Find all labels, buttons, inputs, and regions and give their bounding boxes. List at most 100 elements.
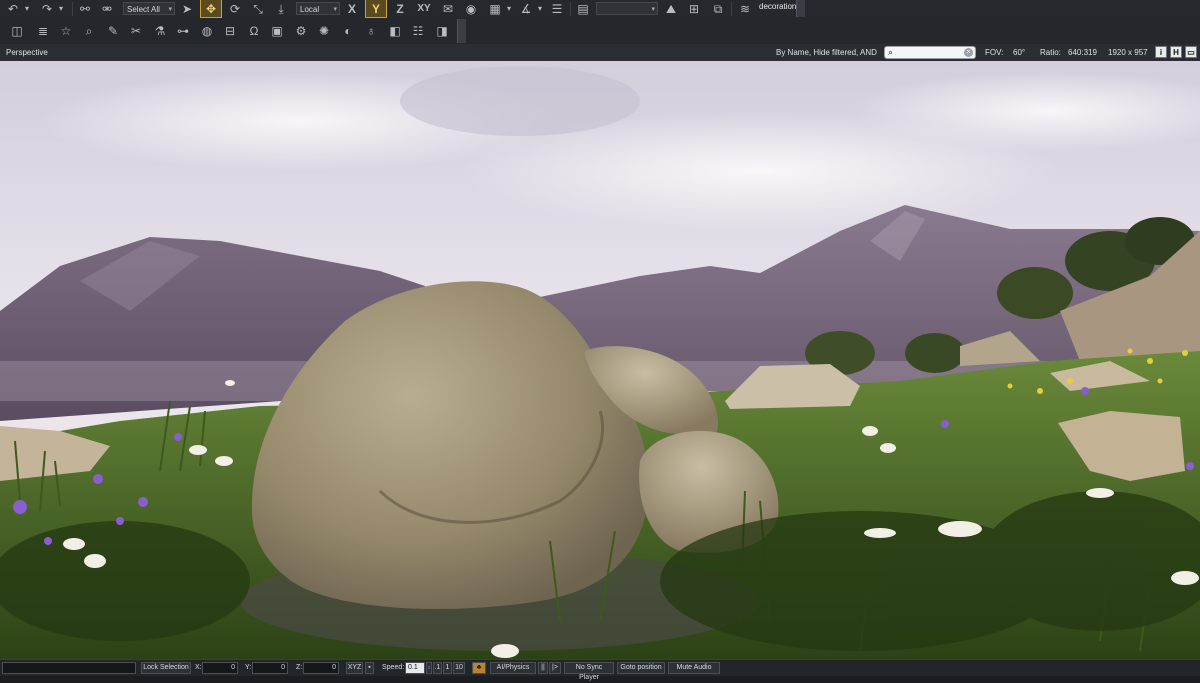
grid-dropdown-icon[interactable]: ▾ <box>504 1 514 17</box>
speed-preset-0.1[interactable]: .1 <box>433 662 442 674</box>
weather-icon[interactable]: ✺ <box>315 23 333 39</box>
timeline-icon[interactable]: ⊟ <box>221 23 239 39</box>
filter-mode-text[interactable]: By Name, Hide filtered, AND <box>776 48 877 57</box>
toolbar-grip[interactable] <box>796 0 805 17</box>
snap-to-ground-icon[interactable]: ⤓ <box>272 1 290 17</box>
z-label: Z: <box>296 664 303 671</box>
search-input[interactable]: ⌕ × <box>884 46 976 59</box>
layers-icon[interactable]: ≋ <box>736 1 754 17</box>
viewport-header: Perspective By Name, Hide filtered, AND … <box>0 44 1200 62</box>
selection-mode-label: Select All <box>127 5 160 14</box>
book-icon[interactable]: ◫ <box>8 23 26 39</box>
unlink-icon[interactable]: ⚮ <box>98 1 116 17</box>
chevron-down-icon: ▾ <box>651 6 655 13</box>
main-toolbar: ↶ ▾ ↷ ▾ ⚯ ⚮ Select All ▾ ➤ ✥ ⟳ ⤡ ⤓ Local ▾… <box>0 0 1200 19</box>
axis-x-button[interactable]: X <box>343 1 361 17</box>
star-icon[interactable]: ☆ <box>57 23 75 39</box>
angle-snap-icon[interactable]: ∡ <box>517 1 535 17</box>
ai-physics-button[interactable]: AI/Physics <box>490 662 536 674</box>
scissors-icon[interactable]: ✂ <box>127 23 145 39</box>
brush-icon[interactable]: ✎ <box>104 23 122 39</box>
object-brush-icon[interactable]: ⊞ <box>685 1 703 17</box>
speed-label: Speed: <box>382 664 405 671</box>
info-button[interactable]: i <box>1155 46 1167 58</box>
step-button[interactable]: |> <box>549 662 561 674</box>
speed-spinner-icon[interactable]: ↕ <box>426 662 432 674</box>
image-icon[interactable]: ▣ <box>268 23 286 39</box>
camera-icon[interactable]: ◉ <box>462 1 480 17</box>
ratio-label: Ratio: <box>1040 48 1061 57</box>
resolution-value: 1920 x 957 <box>1108 48 1148 57</box>
redo-icon[interactable]: ↷ <box>38 1 56 17</box>
grid-icon[interactable]: ▦ <box>486 1 504 17</box>
terrain-icon[interactable]: ⛰ <box>662 1 680 17</box>
rotate-tool-icon[interactable]: ⟳ <box>226 1 244 17</box>
y-coord-field[interactable]: 0 <box>252 662 288 674</box>
toolbar-divider <box>731 2 732 16</box>
layers-stack-icon[interactable]: ≣ <box>34 23 52 39</box>
mail-icon[interactable]: ✉ <box>439 1 457 17</box>
speed-preset-1[interactable]: 1 <box>443 662 452 674</box>
axis-y-button[interactable]: Y <box>365 0 387 18</box>
link-icon[interactable]: ⚯ <box>76 1 94 17</box>
helpers-button[interactable]: H <box>1170 46 1182 58</box>
entity-icon[interactable]: ◧ <box>386 23 404 39</box>
speed-field[interactable]: 0.1 <box>405 662 425 674</box>
hierarchy-icon[interactable]: ⊶ <box>174 23 192 39</box>
toolbar-divider <box>570 2 571 16</box>
speed-preset-10[interactable]: 10 <box>453 662 465 674</box>
search-icon: ⌕ <box>888 47 894 57</box>
view-name[interactable]: Perspective <box>6 48 48 57</box>
goto-position-button[interactable]: Goto position <box>617 662 665 674</box>
undo-dropdown-icon[interactable]: ▾ <box>22 1 32 17</box>
particles-icon[interactable]: ⚙ <box>292 23 310 39</box>
chevron-down-icon: ▾ <box>168 6 172 13</box>
align-icon[interactable]: ☰ <box>548 1 566 17</box>
toolbar-grip[interactable] <box>457 19 466 43</box>
axis-z-button[interactable]: Z <box>391 1 409 17</box>
secondary-toolbar: ◫ ≣ ☆ ⌕ ✎ ✂ ⚗ ⊶ ◍ ⊟ Ω ▣ ⚙ ✺ ◐ ♁ ◧ ☷ ◨ <box>0 18 1200 45</box>
fov-value: 60° <box>1013 48 1026 57</box>
no-sync-player-button[interactable]: No Sync Player <box>564 662 614 681</box>
status-bar: Lock Selection X: 0 Y: 0 Z: 0 XYZ ▪ Spee… <box>0 659 1200 681</box>
magnifier-icon[interactable]: ⌕ <box>80 23 98 39</box>
3d-viewport[interactable] <box>0 61 1200 659</box>
scale-tool-icon[interactable]: ⤡ <box>249 1 267 17</box>
pause-button[interactable]: || <box>538 662 548 674</box>
mute-audio-button[interactable]: Mute Audio <box>668 662 720 674</box>
panel-icon[interactable]: ◨ <box>433 23 451 39</box>
snap-value-dropdown[interactable]: ▾ <box>596 2 658 15</box>
angle-dropdown-icon[interactable]: ▾ <box>535 1 545 17</box>
object-name-field[interactable] <box>2 662 136 674</box>
bulb-icon[interactable]: ♁ <box>362 23 380 39</box>
x-label: X: <box>195 664 202 671</box>
game-mode-icon[interactable]: ♣ <box>472 662 486 674</box>
z-coord-field[interactable]: 0 <box>303 662 339 674</box>
light-icon[interactable]: ◐ <box>339 23 357 39</box>
move-tool-icon[interactable]: ✥ <box>200 0 222 18</box>
coord-space-label: Local <box>300 5 320 14</box>
chevron-down-icon: ▾ <box>333 6 337 13</box>
toolbar-divider <box>72 2 73 16</box>
lock-icon[interactable]: ▪ <box>365 662 374 674</box>
list-icon[interactable]: ▤ <box>574 1 592 17</box>
headphones-icon[interactable]: Ω <box>245 23 263 39</box>
select-pointer-icon[interactable]: ➤ <box>178 1 196 17</box>
globe-icon[interactable]: ◍ <box>198 23 216 39</box>
selection-mode-dropdown[interactable]: Select All ▾ <box>123 2 175 15</box>
database-icon[interactable]: ☷ <box>409 23 427 39</box>
current-layer-label: decoration <box>759 2 797 11</box>
axis-xy-button[interactable]: XY <box>413 1 435 17</box>
maximize-button[interactable]: ▭ <box>1185 46 1197 58</box>
redo-dropdown-icon[interactable]: ▾ <box>56 1 66 17</box>
x-coord-field[interactable]: 0 <box>202 662 238 674</box>
undo-icon[interactable]: ↶ <box>4 1 22 17</box>
coord-space-dropdown[interactable]: Local ▾ <box>296 2 340 15</box>
flask-icon[interactable]: ⚗ <box>151 23 169 39</box>
clear-search-icon[interactable]: × <box>964 48 973 57</box>
fov-label: FOV: <box>985 48 1004 57</box>
lock-selection-button[interactable]: Lock Selection <box>141 662 191 674</box>
prefab-icon[interactable]: ⧉ <box>709 1 727 17</box>
ratio-value: 640:319 <box>1068 48 1097 57</box>
xyz-toggle[interactable]: XYZ <box>346 662 363 674</box>
